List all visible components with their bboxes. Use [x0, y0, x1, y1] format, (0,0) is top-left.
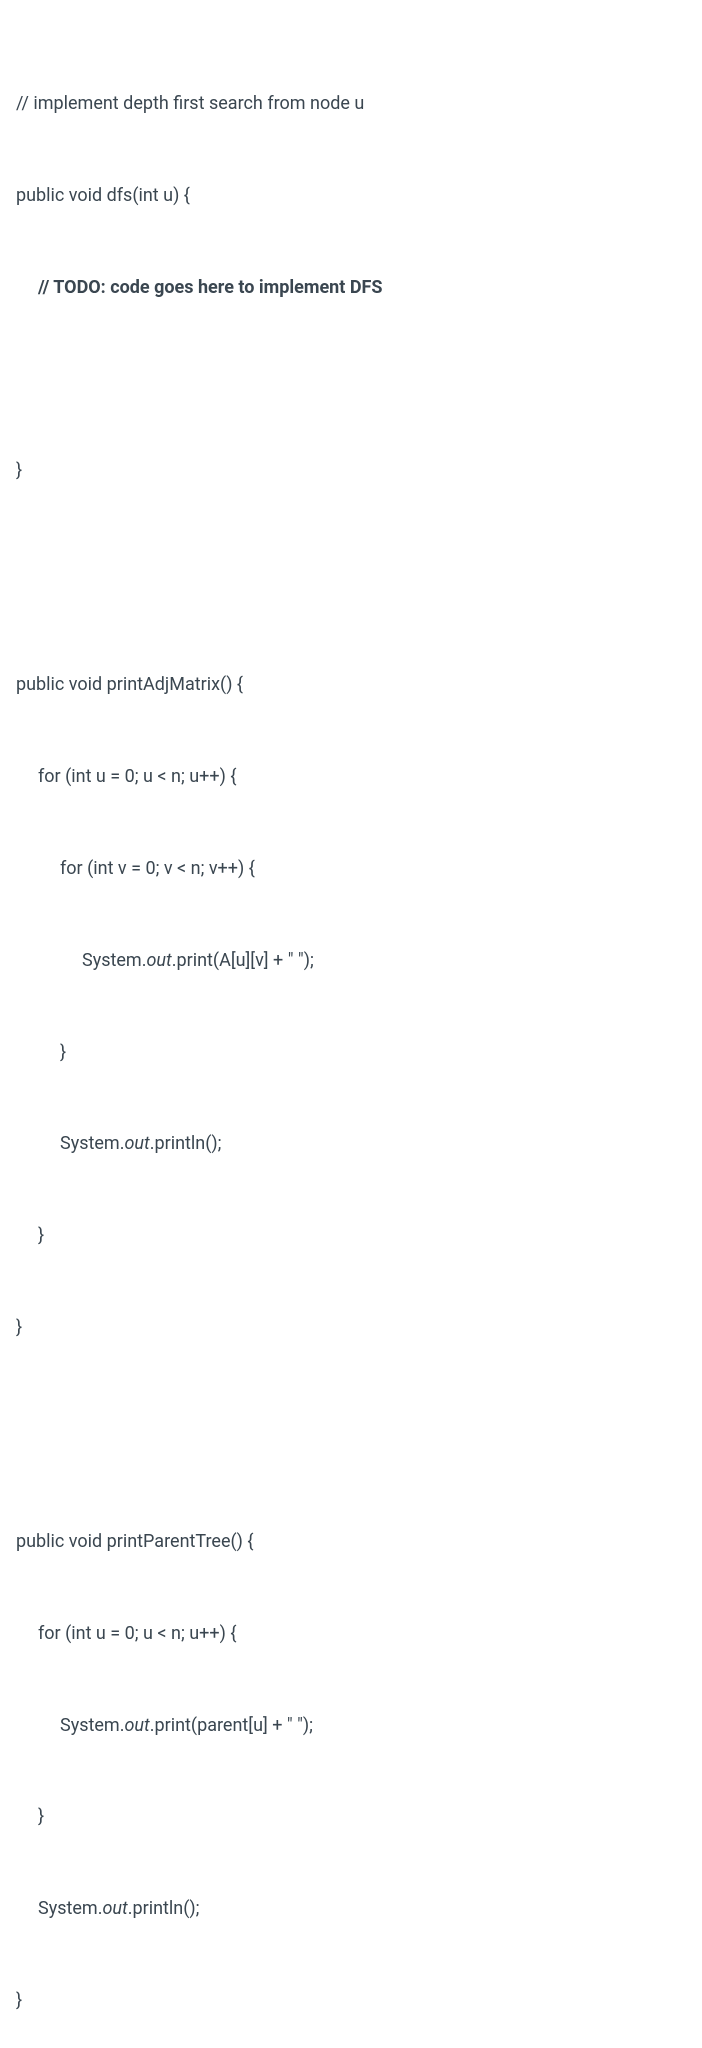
code-line: for (int v = 0; v < n; v++) {: [16, 854, 686, 885]
code-line: }: [16, 1038, 686, 1069]
code-line: for (int u = 0; u < n; u++) {: [16, 762, 686, 793]
code-line: public void dfs(int u) {: [16, 181, 686, 212]
code-line: // implement depth first search from nod…: [16, 89, 686, 120]
code-line: System.out.print(parent[u] + " ");: [16, 1711, 686, 1742]
code-line: }: [16, 1986, 686, 2017]
code-line: }: [16, 1313, 686, 1344]
code-line-todo: // TODO: code goes here to implement DFS: [16, 273, 686, 304]
code-line: }: [16, 1221, 686, 1252]
code-line: }: [16, 1802, 686, 1833]
blank-line: [16, 365, 686, 396]
code-line: public void printParentTree() {: [16, 1527, 686, 1558]
code-line: System.out.println();: [16, 1894, 686, 1925]
code-line: System.out.println();: [16, 1129, 686, 1160]
code-line: for (int u = 0; u < n; u++) {: [16, 1619, 686, 1650]
code-block: // implement depth first search from nod…: [16, 28, 686, 2048]
code-line: System.out.print(A[u][v] + " ");: [16, 946, 686, 977]
code-line: public void printAdjMatrix() {: [16, 670, 686, 701]
code-line: }: [16, 456, 686, 487]
